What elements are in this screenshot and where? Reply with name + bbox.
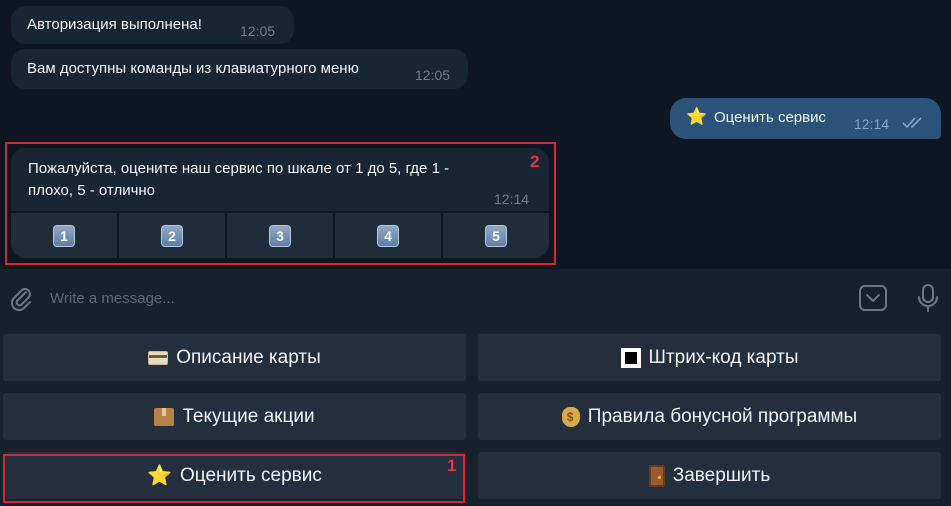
button-label: Текущие акции <box>182 405 315 427</box>
annotation-label-1: 1 <box>447 456 457 475</box>
black-square-icon <box>620 347 641 368</box>
star-icon: ⭐ <box>686 107 708 126</box>
rating-prompt-message: Пожалуйста, оцените наш сервис по шкале … <box>11 148 549 211</box>
keycap-1-icon: 1 <box>53 224 75 247</box>
button-label: Правила бонусной программы <box>587 405 858 427</box>
microphone-icon[interactable] <box>917 283 939 313</box>
door-icon <box>648 464 665 487</box>
message-time: 12:05 <box>415 67 451 83</box>
reply-keyboard: Описание карты Штрих-код карты Текущие а… <box>0 326 951 506</box>
rating-button-2[interactable]: 2 <box>119 213 225 258</box>
message-input[interactable] <box>50 283 830 313</box>
paperclip-icon[interactable] <box>9 285 33 311</box>
button-label: Описание карты <box>176 346 321 368</box>
rating-button-1[interactable]: 1 <box>11 213 117 258</box>
message-text: Авторизация выполнена! <box>27 16 202 33</box>
incoming-message: Вам доступны команды из клавиатурного ме… <box>11 49 468 89</box>
message-text: Вам доступны команды из клавиатурного ме… <box>27 60 359 77</box>
message-time: 12:05 <box>240 23 276 39</box>
button-label: Завершить <box>672 464 771 486</box>
finish-button[interactable]: Завершить <box>478 452 941 499</box>
inline-keyboard: 1 2 3 4 5 <box>11 213 549 258</box>
outgoing-message: ⭐ Оценить сервис 12:14 <box>670 98 941 139</box>
bonus-rules-button[interactable]: Правила бонусной программы <box>478 393 941 440</box>
message-composer <box>0 269 951 326</box>
message-text: Пожалуйста, оцените наш сервис по шкале … <box>28 160 450 199</box>
chat-history: Авторизация выполнена! 12:05 Вам доступн… <box>0 0 951 268</box>
card-barcode-button[interactable]: Штрих-код карты <box>478 334 941 381</box>
current-promos-button[interactable]: Текущие акции <box>3 393 466 440</box>
star-icon: ⭐ <box>147 465 173 487</box>
rating-button-3[interactable]: 3 <box>227 213 333 258</box>
incoming-message: Авторизация выполнена! 12:05 <box>11 6 294 44</box>
rating-button-4[interactable]: 4 <box>335 213 441 258</box>
message-text: Оценить сервис <box>714 109 826 126</box>
package-icon <box>154 407 175 426</box>
double-check-icon <box>902 117 922 129</box>
bot-keyboard-toggle-icon[interactable] <box>858 284 888 312</box>
credit-card-icon <box>148 350 169 365</box>
message-time: 12:14 <box>494 191 530 207</box>
keycap-5-icon: 5 <box>485 224 507 247</box>
message-time: 12:14 <box>854 116 890 132</box>
button-label: Штрих-код карты <box>648 346 799 368</box>
rate-service-button[interactable]: ⭐ Оценить сервис <box>3 452 466 499</box>
keycap-4-icon: 4 <box>377 224 399 247</box>
button-label: Оценить сервис <box>180 464 322 486</box>
keycap-2-icon: 2 <box>161 224 183 247</box>
annotation-label-2: 2 <box>530 152 540 171</box>
money-bag-icon <box>561 406 580 427</box>
keycap-3-icon: 3 <box>269 224 291 247</box>
rating-button-5[interactable]: 5 <box>443 213 549 258</box>
card-description-button[interactable]: Описание карты <box>3 334 466 381</box>
